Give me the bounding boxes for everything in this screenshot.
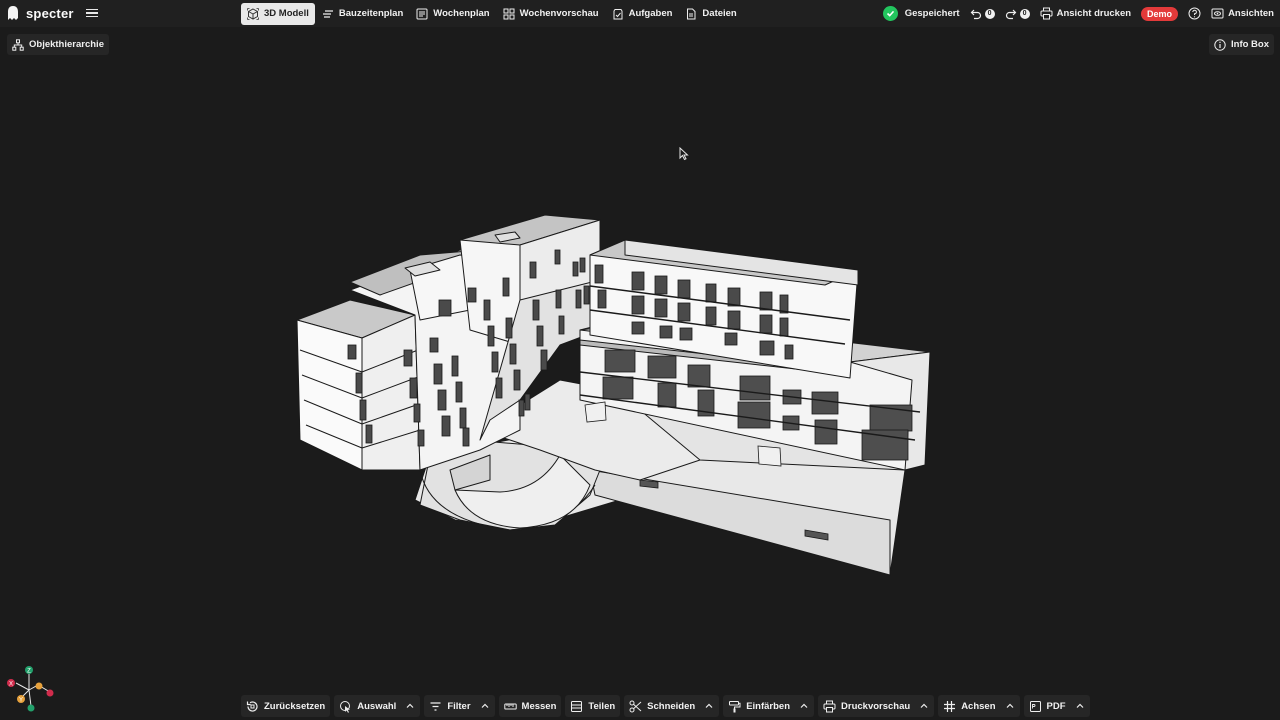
y-axis-label: Y (19, 698, 23, 704)
scissors-icon (629, 700, 642, 712)
pdf-file-icon (1029, 700, 1041, 712)
filter-label: Filter (447, 700, 471, 712)
measure-button[interactable]: Messen (498, 695, 562, 717)
reset-label: Zurücksetzen (264, 700, 326, 712)
hash-grid-icon (944, 700, 956, 712)
select-button[interactable]: Auswahl (334, 695, 421, 717)
printer-icon (823, 700, 836, 712)
split-label: Teilen (588, 700, 616, 712)
cut-button[interactable]: Schneiden (624, 695, 720, 717)
pdf-label: PDF (1046, 700, 1066, 712)
print-preview-label: Druckvorschau (841, 700, 911, 712)
cut-label: Schneiden (647, 700, 696, 712)
reset-view-icon (246, 701, 258, 712)
building-model[interactable] (0, 0, 1280, 720)
axes-gizmo[interactable]: Z X Y (4, 662, 58, 716)
filter-expand-icon[interactable] (480, 701, 490, 711)
reset-button[interactable]: Zurücksetzen (241, 695, 331, 717)
paint-roller-icon (729, 700, 741, 712)
color-button[interactable]: Einfärben (723, 695, 815, 717)
axes-expand-icon[interactable] (1005, 701, 1015, 711)
ruler-icon (503, 703, 517, 709)
print-preview-button[interactable]: Druckvorschau (818, 695, 935, 717)
mouse-cursor-icon (679, 147, 689, 161)
measure-label: Messen (521, 700, 557, 712)
select-label: Auswahl (357, 700, 397, 712)
pdf-expand-icon[interactable] (1075, 701, 1085, 711)
select-cursor-icon (340, 700, 351, 713)
color-expand-icon[interactable] (799, 701, 809, 711)
y-axis-neg-handle[interactable] (35, 682, 43, 690)
filter-icon (430, 701, 441, 711)
filter-button[interactable]: Filter (424, 695, 495, 717)
select-expand-icon[interactable] (405, 701, 415, 711)
x-axis-neg-handle[interactable] (46, 689, 54, 697)
print-preview-expand-icon[interactable] (919, 701, 929, 711)
color-label: Einfärben (746, 700, 791, 712)
bottom-toolbar: Zurücksetzen Auswahl Filter Messen Teile… (241, 695, 1090, 717)
axes-button[interactable]: Achsen (938, 695, 1020, 717)
z-axis-neg-handle[interactable] (27, 704, 35, 712)
pdf-button[interactable]: PDF (1023, 695, 1090, 717)
x-axis-label: X (9, 682, 13, 688)
axes-label: Achsen (961, 700, 996, 712)
z-axis-label: Z (27, 669, 31, 675)
3d-viewport[interactable] (0, 27, 1280, 693)
split-rows-icon (571, 700, 583, 712)
split-button[interactable]: Teilen (565, 695, 621, 717)
cut-expand-icon[interactable] (704, 701, 714, 711)
